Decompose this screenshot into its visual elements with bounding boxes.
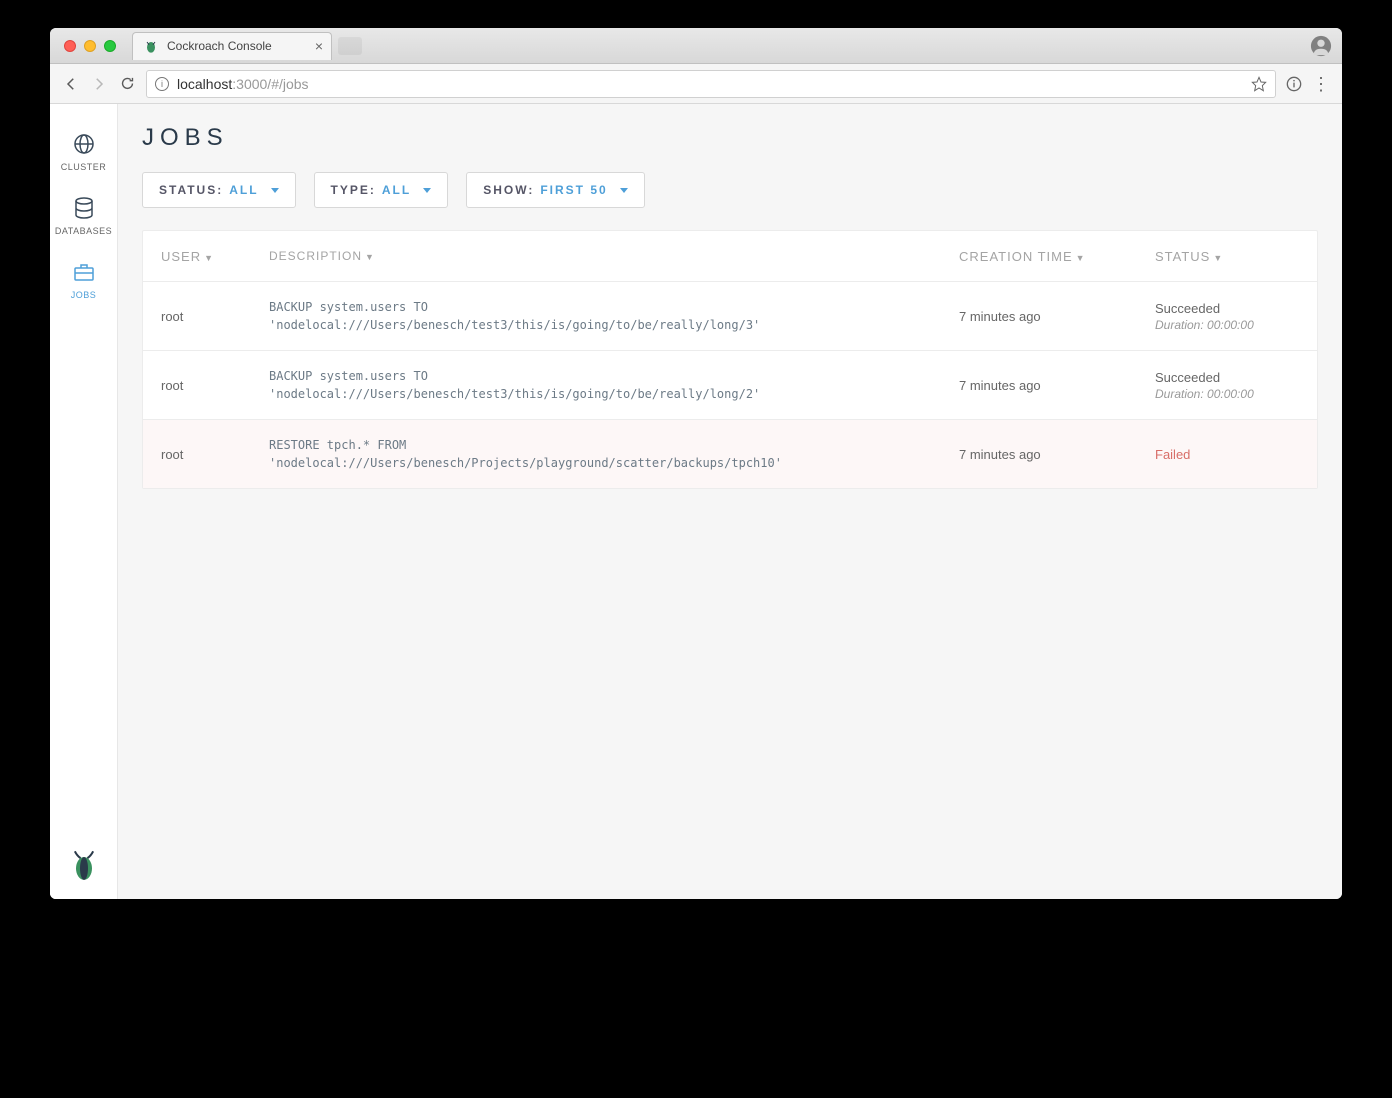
table-row[interactable]: rootBACKUP system.users TO 'nodelocal://… xyxy=(143,351,1317,420)
filter-label: TYPE: xyxy=(331,183,376,197)
minimize-window-button[interactable] xyxy=(84,40,96,52)
browser-toolbar: i localhost:3000/#/jobs ⋮ xyxy=(50,64,1342,104)
address-bar[interactable]: i localhost:3000/#/jobs xyxy=(146,70,1276,98)
sidebar-item-databases[interactable]: DATABASES xyxy=(50,184,117,248)
cell-creation-time: 7 minutes ago xyxy=(941,351,1137,419)
sort-arrow-icon: ▼ xyxy=(365,252,375,262)
filter-value: ALL xyxy=(229,183,258,197)
filter-value: FIRST 50 xyxy=(540,183,607,197)
filter-status[interactable]: STATUS: ALL xyxy=(142,172,296,208)
cell-description: BACKUP system.users TO 'nodelocal:///Use… xyxy=(251,282,941,350)
browser-window: Cockroach Console × i localhost:3000/#/j… xyxy=(50,28,1342,899)
sidebar-item-jobs[interactable]: JOBS xyxy=(50,248,117,312)
close-window-button[interactable] xyxy=(64,40,76,52)
new-tab-button[interactable] xyxy=(338,37,362,55)
jobs-table: USER▼ DESCRIPTION▼ CREATION TIME▼ STATUS… xyxy=(142,230,1318,489)
browser-tab[interactable]: Cockroach Console × xyxy=(132,32,332,60)
reload-button[interactable] xyxy=(118,75,136,93)
tab-title: Cockroach Console xyxy=(167,39,272,53)
user-profile-icon[interactable] xyxy=(1310,35,1332,57)
sidebar-item-cluster[interactable]: CLUSTER xyxy=(50,120,117,184)
cell-description: BACKUP system.users TO 'nodelocal:///Use… xyxy=(251,351,941,419)
title-bar: Cockroach Console × xyxy=(50,28,1342,64)
page-title: JOBS xyxy=(142,124,1318,152)
sort-arrow-icon: ▼ xyxy=(1213,253,1223,263)
column-header-description[interactable]: DESCRIPTION▼ xyxy=(251,231,941,281)
status-label: Succeeded xyxy=(1155,370,1299,385)
app-content: CLUSTER DATABASES JOBS JOBS STATUS: xyxy=(50,104,1342,899)
forward-button[interactable] xyxy=(90,75,108,93)
caret-down-icon xyxy=(620,188,628,193)
caret-down-icon xyxy=(423,188,431,193)
column-header-status[interactable]: STATUS▼ xyxy=(1137,231,1317,281)
column-header-user[interactable]: USER▼ xyxy=(143,231,251,281)
site-info-icon[interactable]: i xyxy=(155,77,169,91)
cell-status: Failed xyxy=(1137,420,1317,488)
back-button[interactable] xyxy=(62,75,80,93)
sidebar-item-label: CLUSTER xyxy=(61,162,107,172)
status-label: Succeeded xyxy=(1155,301,1299,316)
sort-arrow-icon: ▼ xyxy=(1076,253,1086,263)
table-row[interactable]: rootRESTORE tpch.* FROM 'nodelocal:///Us… xyxy=(143,420,1317,488)
filter-type[interactable]: TYPE: ALL xyxy=(314,172,449,208)
cell-user: root xyxy=(143,420,251,488)
cockroach-logo-icon xyxy=(70,849,98,881)
database-icon xyxy=(72,196,96,220)
url-host: localhost xyxy=(177,76,232,92)
maximize-window-button[interactable] xyxy=(104,40,116,52)
cell-creation-time: 7 minutes ago xyxy=(941,420,1137,488)
briefcase-icon xyxy=(72,260,96,284)
sort-arrow-icon: ▼ xyxy=(204,253,214,263)
filter-label: STATUS: xyxy=(159,183,223,197)
status-duration: Duration: 00:00:00 xyxy=(1155,318,1299,332)
filter-bar: STATUS: ALL TYPE: ALL SHOW: FIRST 50 xyxy=(142,172,1318,208)
cell-description: RESTORE tpch.* FROM 'nodelocal:///Users/… xyxy=(251,420,941,488)
cell-creation-time: 7 minutes ago xyxy=(941,282,1137,350)
cell-status: Succeeded Duration: 00:00:00 xyxy=(1137,282,1317,350)
filter-value: ALL xyxy=(382,183,411,197)
cell-user: root xyxy=(143,282,251,350)
table-header-row: USER▼ DESCRIPTION▼ CREATION TIME▼ STATUS… xyxy=(143,231,1317,282)
cockroach-favicon xyxy=(143,38,159,54)
status-duration: Duration: 00:00:00 xyxy=(1155,387,1299,401)
sidebar: CLUSTER DATABASES JOBS xyxy=(50,104,118,899)
sidebar-item-label: DATABASES xyxy=(55,226,112,236)
close-tab-icon[interactable]: × xyxy=(315,38,323,54)
browser-menu-icon[interactable]: ⋮ xyxy=(1312,75,1330,93)
url-path: :3000/#/jobs xyxy=(232,76,308,92)
globe-icon xyxy=(72,132,96,156)
filter-show[interactable]: SHOW: FIRST 50 xyxy=(466,172,644,208)
bookmark-star-icon[interactable] xyxy=(1251,76,1267,92)
filter-label: SHOW: xyxy=(483,183,534,197)
caret-down-icon xyxy=(271,188,279,193)
cell-status: Succeeded Duration: 00:00:00 xyxy=(1137,351,1317,419)
site-info-icon-2[interactable] xyxy=(1286,76,1302,92)
status-label: Failed xyxy=(1155,447,1299,462)
table-row[interactable]: rootBACKUP system.users TO 'nodelocal://… xyxy=(143,282,1317,351)
traffic-lights xyxy=(60,40,116,52)
column-header-creation-time[interactable]: CREATION TIME▼ xyxy=(941,231,1137,281)
cell-user: root xyxy=(143,351,251,419)
sidebar-item-label: JOBS xyxy=(71,290,97,300)
main-content: JOBS STATUS: ALL TYPE: ALL SHOW: FIRST 5… xyxy=(118,104,1342,899)
